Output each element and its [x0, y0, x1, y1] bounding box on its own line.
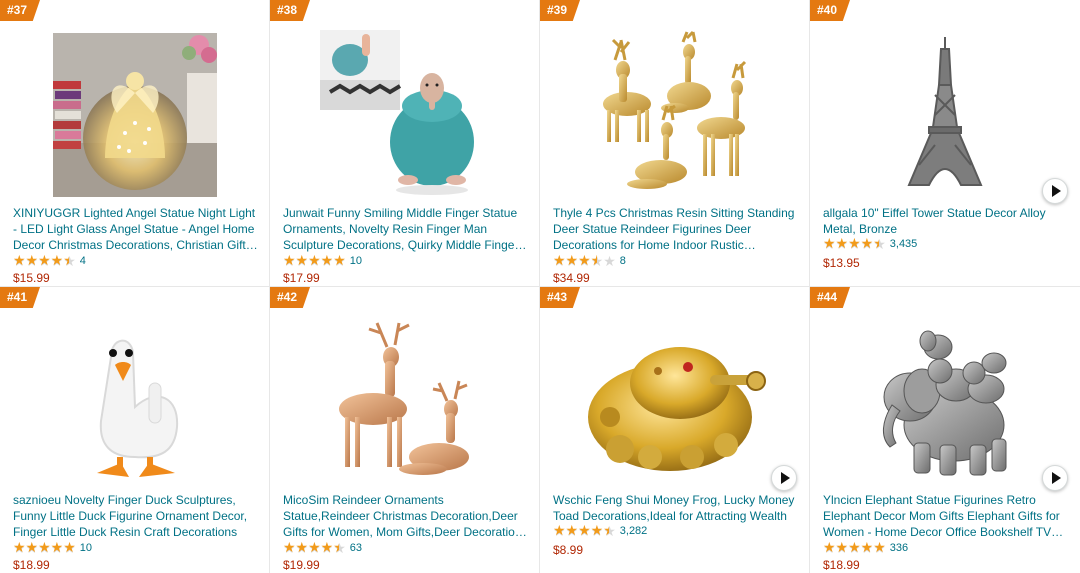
product-image[interactable] — [810, 30, 1080, 200]
product-image[interactable] — [810, 317, 1080, 487]
review-count[interactable]: 3,435 — [890, 238, 918, 250]
price: $15.99 — [13, 271, 50, 285]
star-icon: ★★★★★★★★★★ — [283, 253, 346, 270]
product-image[interactable] — [0, 30, 269, 200]
rank-badge: #39 — [540, 0, 580, 21]
play-video-icon[interactable] — [1042, 465, 1068, 491]
product-card[interactable]: #42 MicoSim Reindeer Ornaments Statue,Re… — [270, 287, 539, 573]
rank-badge: #37 — [0, 0, 40, 21]
product-image[interactable] — [540, 317, 809, 487]
eiffel-tower-icon — [907, 37, 983, 186]
product-title-link[interactable]: Ylncicn Elephant Statue Figurines Retro … — [823, 492, 1070, 540]
rank-badge: #40 — [810, 0, 850, 21]
teal-finger-man-icon — [319, 30, 474, 195]
product-card[interactable]: #43 Wschic Feng Shui Money Frog, Lucky M… — [540, 287, 809, 573]
product-image[interactable] — [540, 30, 809, 200]
product-title-link[interactable]: MicoSim Reindeer Ornaments Statue,Reinde… — [283, 492, 529, 540]
product-title-link[interactable]: allgala 10" Eiffel Tower Statue Decor Al… — [823, 205, 1070, 237]
money-frog-icon — [587, 347, 766, 471]
gold-deer-set-icon — [602, 30, 746, 189]
rank-badge: #44 — [810, 287, 850, 308]
rating[interactable]: ★★★★★★★★★★ 3,435 — [823, 236, 918, 253]
product-card[interactable]: #37 XINIYUGGR Lighted Angel Statue Night… — [0, 0, 269, 286]
product-image[interactable] — [270, 317, 539, 487]
price: $17.99 — [283, 271, 320, 285]
product-image[interactable] — [270, 30, 539, 200]
review-count[interactable]: 10 — [80, 542, 92, 554]
rating[interactable]: ★★★★★ ★★★★★ 336 — [823, 540, 908, 557]
product-title-link[interactable]: Junwait Funny Smiling Middle Finger Stat… — [283, 205, 529, 253]
play-video-icon[interactable] — [1042, 178, 1068, 204]
rating[interactable]: ★★★★★ ★★★★★ 10 — [13, 540, 92, 557]
product-card[interactable]: #38 Junwait Funny Smiling Middle Finger … — [270, 0, 539, 286]
bestseller-grid: #37 XINIYUGGR Lighted Angel Statue Night… — [0, 0, 1080, 573]
product-title-link[interactable]: Wschic Feng Shui Money Frog, Lucky Money… — [553, 492, 799, 524]
rank-badge: #38 — [270, 0, 310, 21]
rating[interactable]: ★★★★★★★★★★ 4 — [13, 253, 86, 270]
rose-gold-reindeer-icon — [338, 322, 469, 475]
rating[interactable]: ★★★★★ ★★★★★ 10 — [283, 253, 362, 270]
review-count[interactable]: 3,282 — [620, 525, 648, 537]
price: $18.99 — [823, 558, 860, 572]
product-card[interactable]: #39 Thyle 4 Pcs Christmas Resin Sitting … — [540, 0, 809, 286]
price: $8.99 — [553, 543, 584, 557]
product-title-link[interactable]: saznioeu Novelty Finger Duck Sculptures,… — [13, 492, 259, 540]
rating[interactable]: ★★★★★★★★★★ 3,282 — [553, 523, 648, 540]
price: $19.99 — [283, 558, 320, 572]
review-count[interactable]: 8 — [620, 255, 626, 267]
review-count[interactable]: 63 — [350, 542, 362, 554]
rank-badge: #43 — [540, 287, 580, 308]
star-icon: ★★★★★★★★★★ — [823, 236, 886, 253]
rating[interactable]: ★★★★★★★★★★ 8 — [553, 253, 626, 270]
angel-glass-night-light-icon — [52, 33, 217, 197]
price: $34.99 — [553, 271, 590, 285]
star-icon: ★★★★★★★★★★ — [13, 253, 76, 270]
star-icon: ★★★★★★★★★★ — [553, 253, 616, 270]
price: $13.95 — [823, 256, 860, 270]
play-video-icon[interactable] — [771, 465, 797, 491]
product-card[interactable]: #41 saznioeu Novelty Finger Duck Sculptu… — [0, 287, 269, 573]
rating[interactable]: ★★★★★★★★★★ 63 — [283, 540, 362, 557]
product-title-link[interactable]: XINIYUGGR Lighted Angel Statue Night Lig… — [13, 205, 259, 253]
price: $18.99 — [13, 558, 50, 572]
product-card[interactable]: #44 Ylncicn Elephant Statue Figurines Re… — [810, 287, 1080, 573]
product-image[interactable] — [0, 317, 269, 487]
review-count[interactable]: 10 — [350, 255, 362, 267]
product-title-link[interactable]: Thyle 4 Pcs Christmas Resin Sitting Stan… — [553, 205, 799, 253]
finger-duck-icon — [96, 339, 178, 477]
review-count[interactable]: 336 — [890, 542, 908, 554]
star-icon: ★★★★★★★★★★ — [823, 540, 886, 557]
rank-badge: #42 — [270, 287, 310, 308]
product-card[interactable]: #40 allgala 10" Eiffel Tower Statue Deco… — [810, 0, 1080, 286]
review-count[interactable]: 4 — [80, 255, 86, 267]
rank-badge: #41 — [0, 287, 40, 308]
star-icon: ★★★★★★★★★★ — [13, 540, 76, 557]
star-icon: ★★★★★★★★★★ — [553, 523, 616, 540]
elephant-family-icon — [883, 330, 1007, 476]
star-icon: ★★★★★★★★★★ — [283, 540, 346, 557]
